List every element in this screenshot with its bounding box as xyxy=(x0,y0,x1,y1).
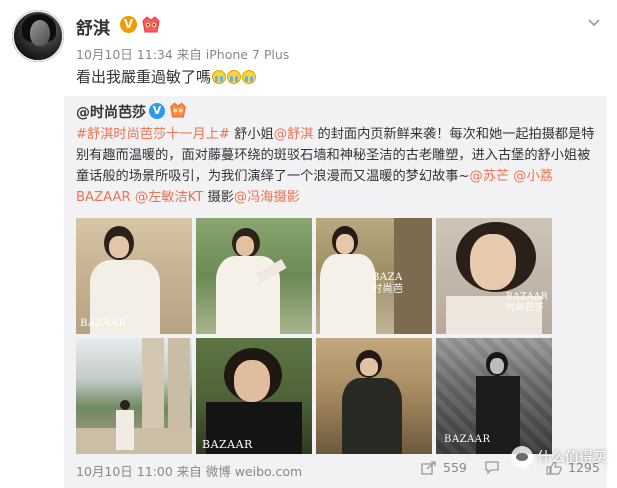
comment-icon xyxy=(485,461,499,474)
post-text: 看出我嚴重過敏了嗎 xyxy=(76,66,257,87)
mention-link[interactable]: @舒淇 xyxy=(274,127,314,142)
repost-meta: 10月10日 11:00 来自 微博 weibo.com xyxy=(76,464,303,479)
mention-link[interactable]: @左敏洁KT xyxy=(135,190,203,205)
verified-badge-icon: V xyxy=(149,103,165,119)
photo-2[interactable] xyxy=(196,218,312,334)
chevron-down-icon[interactable] xyxy=(587,16,601,30)
photo-brand: BAZA 时尚芭 xyxy=(372,272,404,295)
hashtag-link[interactable]: #舒淇时尚芭莎十一月上# xyxy=(76,127,230,142)
photo-brand: BAZAAR 时尚芭莎 xyxy=(506,292,549,313)
body-text: 摄影 xyxy=(203,190,234,205)
crying-emoji-icon xyxy=(242,69,257,84)
photo-brand: BAZAAR xyxy=(202,438,253,451)
crying-emoji-icon xyxy=(212,69,227,84)
watermark-text: 什么值得买 xyxy=(537,450,607,466)
photo-6[interactable]: BAZAAR xyxy=(196,338,312,454)
photo-7[interactable] xyxy=(316,338,432,454)
chat-bubble-icon xyxy=(511,446,533,468)
photo-brand: BAZAAR xyxy=(80,318,127,329)
body-text: 舒小姐 xyxy=(229,127,274,142)
repost-body: #舒淇时尚芭莎十一月上# 舒小姐@舒淇 的封面内页新鲜来袭！每次和她一起拍摄都是… xyxy=(76,124,598,208)
mention-link[interactable]: @冯海摄影 xyxy=(234,190,300,205)
crying-emoji-icon xyxy=(227,69,242,84)
username[interactable]: 舒淇 xyxy=(76,14,110,39)
avatar[interactable] xyxy=(12,10,64,62)
repost-card: @时尚芭莎 V #舒淇时尚芭莎十一月上# 舒小姐@舒淇 的封面内页新鲜来袭！每次… xyxy=(64,96,607,488)
post-text-content: 看出我嚴重過敏了嗎 xyxy=(76,68,212,86)
post-header: 舒淇 V 10月10日 11:34 来自 iPhone 7 Plus 看出我嚴重… xyxy=(12,10,607,90)
share-button[interactable]: 559 xyxy=(421,460,467,475)
photo-brand: BAZAAR xyxy=(444,434,491,445)
photo-8[interactable]: BAZAAR xyxy=(436,338,552,454)
vip-badge-icon xyxy=(170,102,186,118)
watermark: 什么值得买 xyxy=(511,446,607,468)
vip-badge-icon xyxy=(142,16,160,33)
comment-button[interactable] xyxy=(484,460,500,474)
verified-badge-icon: V xyxy=(120,16,137,33)
photo-4[interactable]: BAZAAR 时尚芭莎 xyxy=(436,218,552,334)
post-meta: 10月10日 11:34 来自 iPhone 7 Plus xyxy=(76,47,290,62)
share-count: 559 xyxy=(443,460,467,475)
share-icon xyxy=(421,460,436,475)
photo-5[interactable] xyxy=(76,338,192,454)
photo-1[interactable]: BAZAAR xyxy=(76,218,192,334)
photo-3[interactable]: BAZA 时尚芭 xyxy=(316,218,432,334)
repost-username[interactable]: @时尚芭莎 xyxy=(76,102,146,122)
mention-link[interactable]: @苏芒 xyxy=(470,169,510,184)
